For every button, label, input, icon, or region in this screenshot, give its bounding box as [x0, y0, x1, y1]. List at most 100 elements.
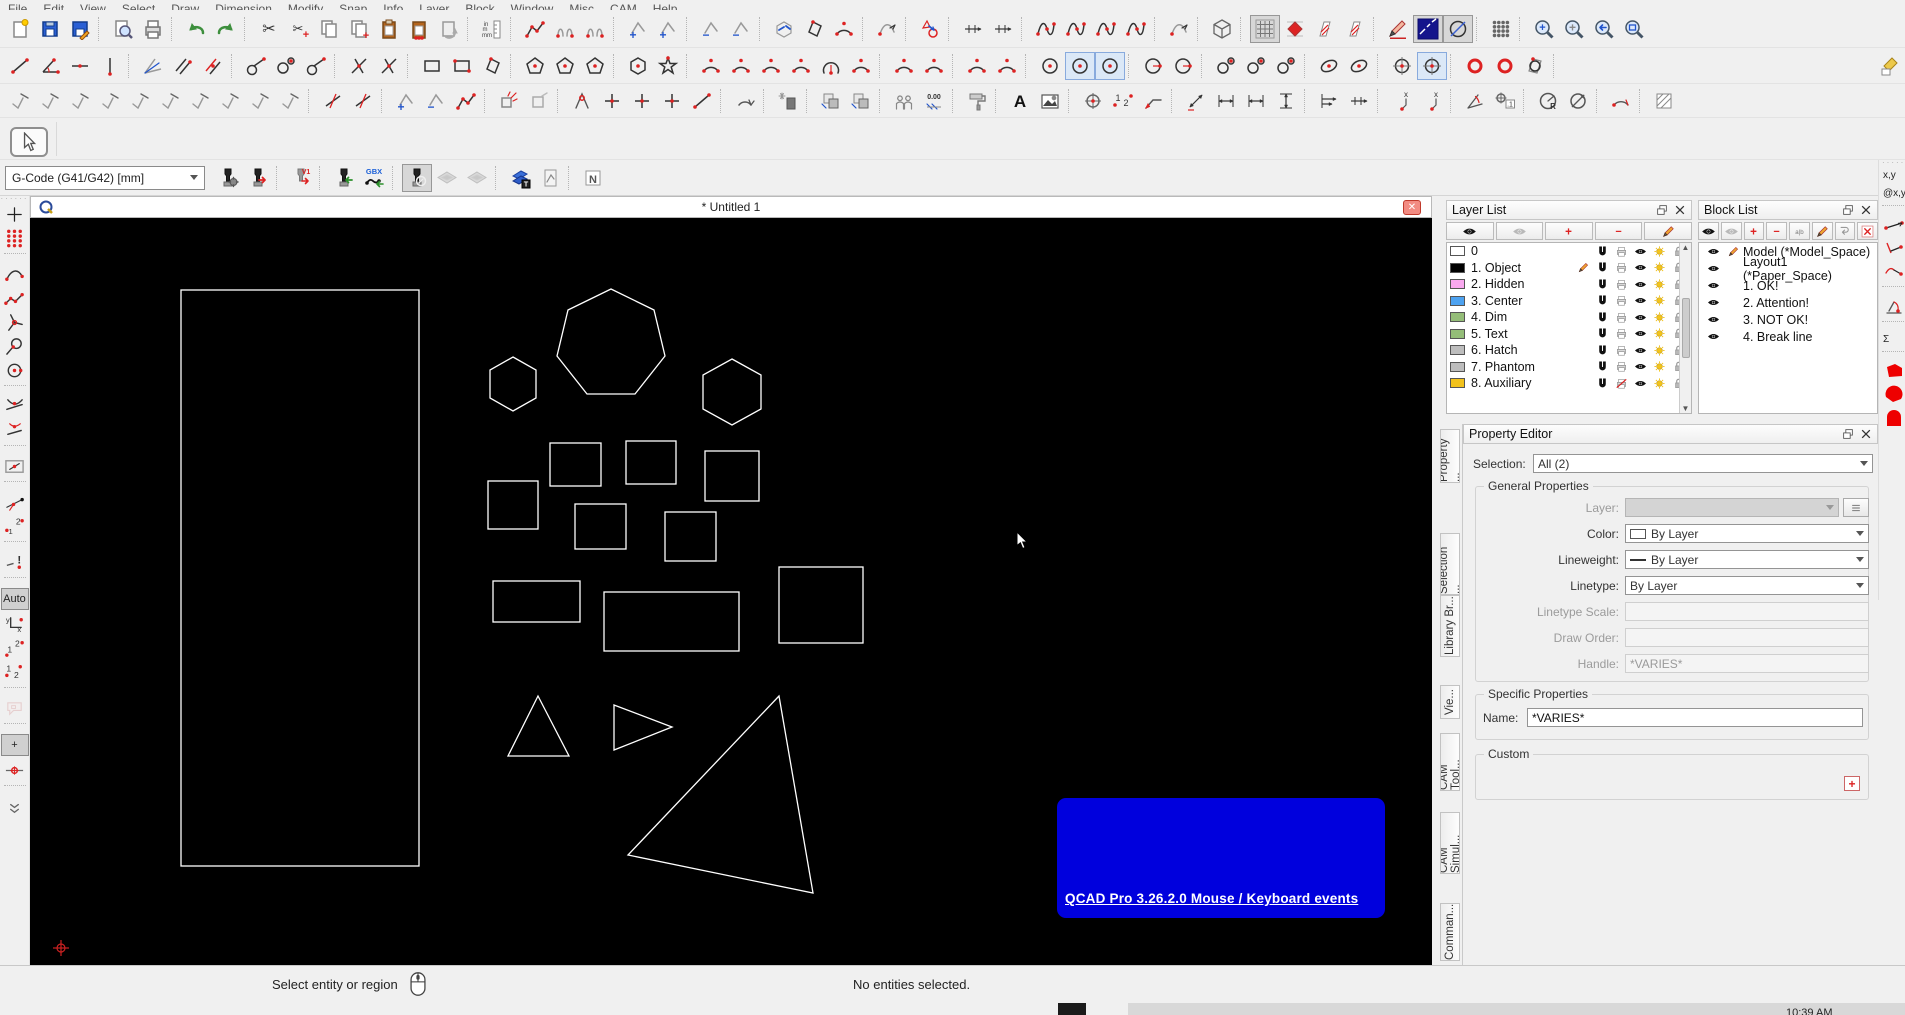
lengthen[interactable]	[65, 87, 95, 115]
eye-icon[interactable]	[1631, 260, 1650, 275]
cam-export-v1[interactable]: V1	[286, 164, 316, 192]
purge[interactable]	[524, 87, 554, 115]
copy[interactable]	[314, 15, 344, 43]
dock-tab-comman[interactable]: Comman...	[1440, 903, 1460, 961]
arc-tangent-2[interactable]	[919, 52, 949, 80]
cam-tool-library[interactable]: T	[505, 164, 535, 192]
pencil-icon[interactable]	[1723, 244, 1743, 259]
magnet-icon[interactable]	[1593, 359, 1612, 374]
rectangle-rotated[interactable]	[477, 52, 507, 80]
polygon-center-vertex[interactable]	[520, 52, 550, 80]
sun-icon[interactable]	[1650, 359, 1669, 374]
move-copy[interactable]	[215, 87, 245, 115]
canvas-shape[interactable]	[704, 450, 760, 502]
layer-row[interactable]: 4. Dim	[1447, 309, 1691, 326]
solid-fill-arch[interactable]	[1882, 406, 1905, 429]
polyline-arcs[interactable]	[550, 15, 580, 43]
arc-tangent-line[interactable]	[889, 52, 919, 80]
polygon-side[interactable]	[580, 52, 610, 80]
add-custom-property-button[interactable]: +	[1844, 776, 1860, 791]
add-layer-button[interactable]: +	[1545, 222, 1593, 240]
selection-pointer-button[interactable]	[10, 126, 48, 157]
cam-nesting-2[interactable]	[462, 164, 492, 192]
restrict-orthogonal[interactable]: yx	[1, 612, 29, 636]
star-shape[interactable]	[653, 52, 683, 80]
dim-rotated[interactable]	[1211, 87, 1241, 115]
paste-with-reference[interactable]	[404, 15, 434, 43]
eye-icon[interactable]	[1631, 310, 1650, 325]
add-block-button[interactable]: +	[1743, 222, 1765, 240]
menu-item-file[interactable]: File	[0, 2, 35, 10]
dim-angular[interactable]	[1460, 87, 1490, 115]
layer-row[interactable]: 5. Text	[1447, 326, 1691, 343]
show-all-layers-button[interactable]	[1446, 222, 1494, 240]
arc-angle-2[interactable]	[786, 52, 816, 80]
ellipse-inscribed[interactable]	[1520, 52, 1550, 80]
cut-with-reference[interactable]: ✂ +	[284, 15, 314, 43]
coord-triangle[interactable]	[1882, 295, 1905, 318]
order-bring-to-front[interactable]	[816, 87, 846, 115]
vertex-add[interactable]: +	[623, 15, 653, 43]
dim-baseline[interactable]	[1314, 87, 1344, 115]
draw-style-pencil[interactable]	[1383, 15, 1413, 43]
spline-control-points[interactable]	[1061, 15, 1091, 43]
spline-to-polyline[interactable]	[872, 15, 902, 43]
ellipse-arc[interactable]	[1344, 52, 1374, 80]
printer-icon[interactable]	[1612, 260, 1631, 275]
break-out-segment[interactable]	[567, 87, 597, 115]
apply-format[interactable]	[962, 87, 992, 115]
orthogonal-lines[interactable]	[344, 52, 374, 80]
hatch-create[interactable]	[1649, 87, 1679, 115]
canvas-shape[interactable]	[626, 694, 814, 894]
eye-icon[interactable]	[1631, 293, 1650, 308]
polyline-outline[interactable]	[799, 15, 829, 43]
parallel-through-point[interactable]	[168, 52, 198, 80]
close-block-button[interactable]	[1857, 222, 1878, 240]
snap-auto-button[interactable]: Auto	[0, 588, 29, 610]
layer-row[interactable]: 6. Hatch	[1447, 342, 1691, 359]
canvas-shape[interactable]	[613, 704, 674, 751]
canvas-shape[interactable]	[664, 511, 717, 562]
save-as[interactable]	[65, 15, 95, 43]
canvas-shape[interactable]	[556, 288, 666, 395]
close-panel-icon[interactable]	[1860, 428, 1872, 440]
circle-tangent-3[interactable]	[1271, 52, 1301, 80]
document-title-bar[interactable]: * Untitled 1 ✕	[30, 196, 1432, 218]
node-remove[interactable]: −	[421, 87, 451, 115]
eye-icon[interactable]	[1703, 261, 1723, 276]
layer-row[interactable]: 0	[1447, 243, 1691, 260]
document-close-button[interactable]: ✕	[1403, 200, 1421, 215]
eye-icon[interactable]	[1631, 343, 1650, 358]
polygon-center-edge[interactable]	[550, 52, 580, 80]
layer-row[interactable]: 7. Phantom	[1447, 359, 1691, 376]
snap-reference[interactable]	[1, 490, 29, 514]
coord-absolute-xy[interactable]: x,y	[1882, 166, 1905, 184]
coord-angle[interactable]	[1882, 237, 1905, 260]
circle-center-point[interactable]	[1035, 52, 1065, 80]
dim-ordinate-x[interactable]: x	[1387, 87, 1417, 115]
canvas-shape[interactable]	[625, 440, 677, 485]
eye-icon[interactable]	[1631, 244, 1650, 259]
sun-icon[interactable]	[1650, 343, 1669, 358]
solid-fill-polygon[interactable]	[1882, 360, 1905, 383]
zoom-window[interactable]	[1619, 15, 1649, 43]
dock-tab-selection[interactable]: Selection ...	[1440, 533, 1460, 595]
hatch-pattern[interactable]	[1310, 15, 1340, 43]
block-list[interactable]: Model (*Model_Space) Layout1 (*Paper_Spac…	[1698, 242, 1878, 414]
dock-tab-property[interactable]: Property ...	[1440, 429, 1460, 483]
arc-2p-radius[interactable]	[846, 52, 876, 80]
printer-icon[interactable]	[1612, 326, 1631, 341]
annotation-tool[interactable]	[1, 696, 29, 720]
spline-edit[interactable]	[1121, 15, 1151, 43]
canvas-shape[interactable]	[549, 442, 602, 487]
node-add[interactable]: +	[391, 87, 421, 115]
layer-list-title-bar[interactable]: Layer List	[1446, 200, 1692, 220]
print[interactable]	[138, 15, 168, 43]
solid-fill-half-disc[interactable]	[1882, 383, 1905, 406]
auto-trim[interactable]	[597, 87, 627, 115]
point-grid[interactable]	[1486, 15, 1516, 43]
circle-center-cross-2[interactable]	[1417, 51, 1447, 80]
handle-input[interactable]: *VARIES*	[1625, 654, 1869, 673]
polygon-2-vertices[interactable]	[623, 52, 653, 80]
scroll-up-icon[interactable]: ▲	[1682, 243, 1690, 252]
